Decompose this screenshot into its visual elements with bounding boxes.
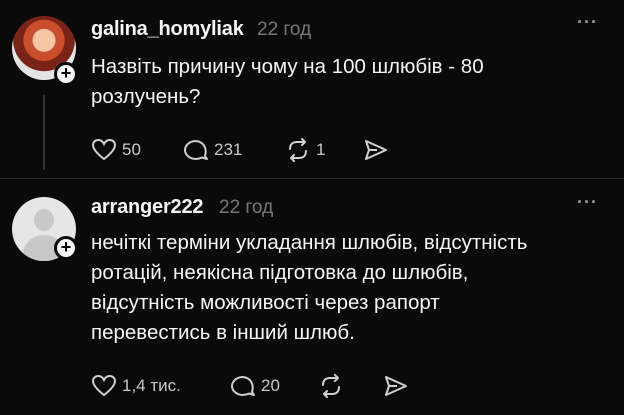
comment-button[interactable]: 231 [183, 138, 242, 162]
repost-icon [289, 138, 307, 162]
comment-icon [231, 376, 255, 396]
follow-plus-icon[interactable]: + [54, 236, 78, 260]
repost-button[interactable]: 1 [285, 138, 325, 162]
comment-count: 20 [261, 376, 280, 395]
comment-icon [184, 140, 208, 160]
more-icon[interactable]: ··· [577, 12, 598, 33]
like-count: 50 [122, 140, 141, 159]
repost-count: 1 [316, 140, 326, 159]
post-text: Назвіть причину чому на 100 шлюбів - 80 … [91, 52, 484, 112]
post-text-line: ротацій, неякісна підготовка до шлюбів, [91, 261, 469, 284]
more-icon[interactable]: ··· [577, 192, 598, 213]
post-text-line: нечіткі терміни укладання шлюбів, відсут… [91, 231, 528, 254]
post-text-line: відсутність можливості через рапорт [91, 291, 440, 314]
repost-button[interactable] [318, 374, 344, 398]
post-text: нечіткі терміни укладання шлюбів, відсут… [91, 228, 527, 348]
post-time: 22 год [219, 197, 274, 218]
username[interactable]: galina_homyliak [91, 18, 244, 41]
share-button[interactable] [383, 374, 409, 398]
post-time: 22 год [257, 19, 312, 40]
follow-plus-icon[interactable]: + [54, 62, 78, 86]
heart-icon [91, 138, 117, 161]
comment-count: 231 [214, 140, 243, 159]
post: + galina_homyliak 22 год ··· Назвіть при… [0, 0, 624, 178]
thread-line [43, 95, 45, 170]
like-button[interactable]: 50 [91, 138, 141, 162]
like-button[interactable]: 1,4 тис. [91, 374, 181, 398]
heart-icon [91, 374, 117, 397]
username[interactable]: arranger222 [91, 196, 204, 219]
repost-icon [322, 374, 340, 398]
like-count: 1,4 тис. [122, 376, 181, 395]
share-button[interactable] [363, 138, 389, 162]
share-icon [365, 140, 387, 160]
post-text-line: розлучень? [91, 85, 201, 108]
share-icon [385, 376, 407, 396]
comment-button[interactable]: 20 [230, 374, 280, 398]
post-text-line: Назвіть причину чому на 100 шлюбів - 80 [91, 55, 484, 78]
post-text-line: перевестись в інший шлюб. [91, 321, 355, 344]
avatar-placeholder-head [34, 209, 54, 231]
